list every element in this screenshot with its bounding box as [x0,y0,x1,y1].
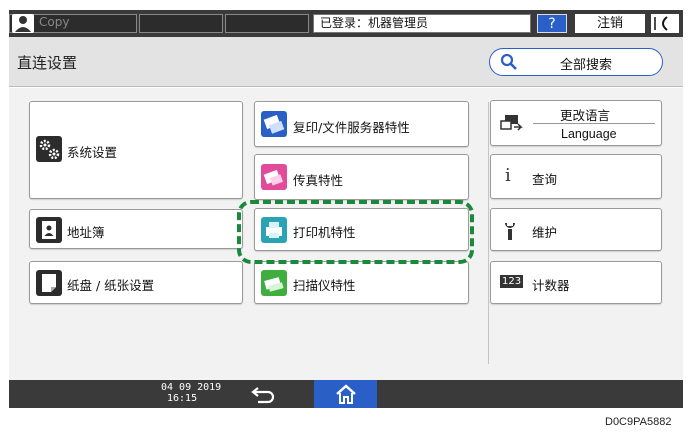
search-icon [500,53,517,70]
language-bottom-label: Language [561,127,617,141]
energy-saver-button[interactable] [651,14,679,33]
copier-icon [261,111,287,137]
login-status: 已登录：机器管理员 [313,14,531,33]
copy-label: Copy [39,15,70,29]
printer-features-highlight [237,200,474,264]
user-icon[interactable] [12,14,34,33]
title-bar: 直连设置 全部搜索 [9,37,683,87]
search-all-button[interactable]: 全部搜索 [489,48,663,76]
paper-tray-button[interactable]: 纸盘 / 纸张设置 [29,261,243,304]
paper-tray-label: 纸盘 / 纸张设置 [67,278,155,293]
home-icon [336,384,356,404]
fax-features-button[interactable]: 传真特性 [254,154,469,200]
date-time: 04 09 2019 16:15 [161,382,221,404]
time-text: 16:15 [167,393,198,404]
counter-icon: 123 [500,275,524,288]
back-arrow-icon [251,387,275,404]
status-segment-2 [225,14,309,33]
copier-features-label: 复印/文件服务器特性 [293,120,410,135]
address-book-button[interactable]: 地址簿 [29,209,243,249]
maintenance-label: 维护 [532,225,558,240]
back-button[interactable] [249,383,279,405]
scanner-features-button[interactable]: 扫描仪特性 [254,261,469,304]
change-language-button[interactable]: 更改语言 Language [490,100,662,146]
logout-button[interactable]: 注销 [575,14,645,33]
fax-icon [261,164,287,190]
inquiry-button[interactable]: i 查询 [490,154,662,199]
paper-tray-icon [36,270,62,296]
language-top-label: 更改语言 [560,108,611,123]
copier-features-button[interactable]: 复印/文件服务器特性 [254,101,469,147]
system-settings-button[interactable]: 系统设置 [29,101,243,199]
figure-caption: D0C9PA5882 [605,416,672,428]
language-icon [500,115,523,131]
inquiry-label: 查询 [532,172,558,187]
page-title: 直连设置 [17,54,78,72]
column-divider [488,102,489,364]
search-all-label: 全部搜索 [560,58,613,73]
top-status-bar: Copy 已登录：机器管理员 ? 注销 [9,10,683,37]
scanner-features-label: 扫描仪特性 [293,278,356,293]
help-button[interactable]: ? [537,14,567,33]
address-book-icon [36,217,62,243]
maintenance-button[interactable]: 维护 [490,208,662,251]
address-book-label: 地址簿 [67,225,105,240]
counter-button[interactable]: 123 计数器 [490,261,662,304]
system-settings-label: 系统设置 [67,145,118,160]
fax-features-label: 传真特性 [293,173,344,188]
date-text: 04 09 2019 [161,382,222,393]
language-divider [533,123,655,124]
scanner-icon [261,270,287,296]
counter-label: 计数器 [532,278,570,293]
gears-icon [36,136,62,162]
home-button[interactable] [314,380,377,408]
status-segment-1 [139,14,223,33]
login-text: 已登录：机器管理员 [320,16,429,30]
bottom-bar: 04 09 2019 16:15 [9,380,683,408]
moon-icon [654,16,668,31]
wrench-icon [505,223,515,240]
info-icon: i [505,165,511,186]
